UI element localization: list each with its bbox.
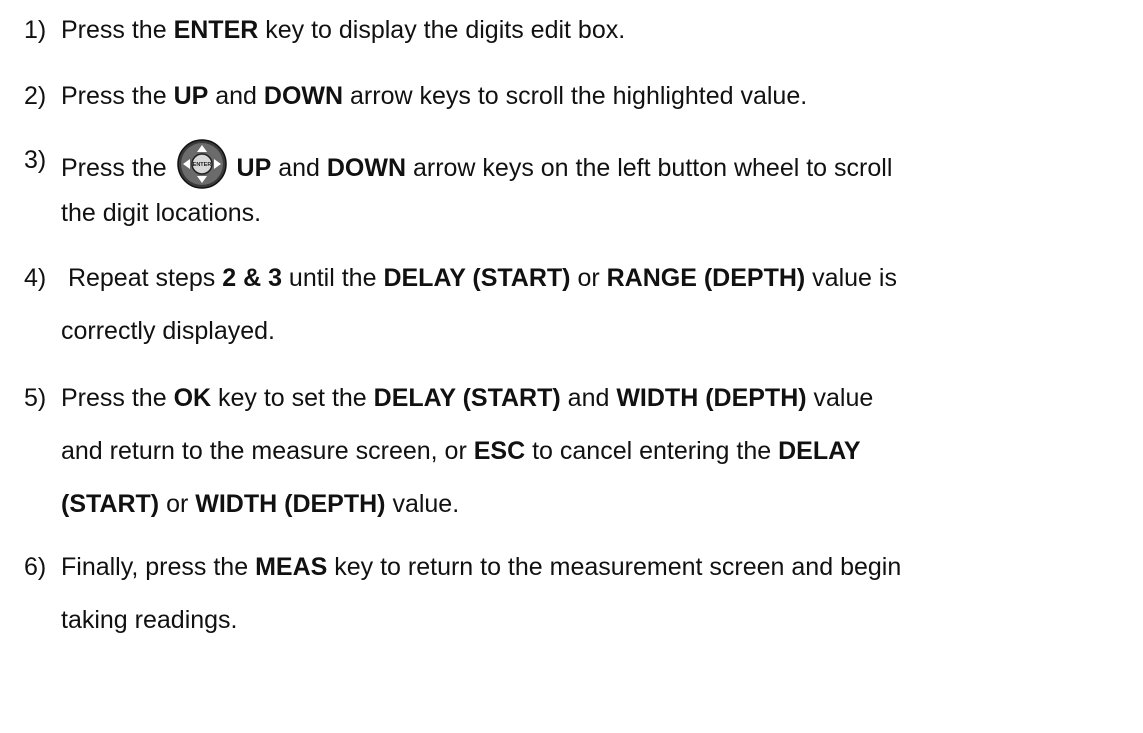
key-name-text: MEAS: [255, 553, 328, 581]
key-name-text: DELAY (START): [383, 264, 571, 292]
step-text: arrow keys to scroll the highlighted val…: [343, 82, 808, 110]
step-text: arrow keys on the left button wheel to s…: [406, 154, 893, 182]
step-item: 2) Press the UP and DOWN arrow keys to sc…: [24, 74, 1139, 127]
step-text-line: Press the ENTER key to display the digit…: [61, 8, 625, 52]
key-name-text: OK: [173, 384, 212, 412]
step-text: or: [159, 490, 196, 518]
step-text-line: Press the ENTER UP and DOWN arrow keys o…: [61, 138, 892, 190]
key-name-text: ESC: [473, 437, 526, 465]
step-text: until the: [281, 264, 384, 292]
step-text-line: Finally, press the MEAS key to return to…: [61, 545, 901, 589]
key-name-text: DOWN: [326, 154, 407, 182]
step-number: 4): [24, 264, 47, 292]
key-name-text: WIDTH (DEPTH): [616, 384, 807, 412]
step-text: Finally, press the: [61, 553, 256, 581]
key-name-text: DOWN: [263, 82, 344, 110]
step-text: Press the: [61, 16, 174, 44]
step-text: and: [560, 384, 617, 412]
step-text-line: Repeat steps 2 & 3 until the DELAY (STAR…: [61, 256, 897, 300]
step-text-line: taking readings.: [61, 598, 238, 642]
key-name-text: 2 & 3: [222, 264, 282, 292]
key-name-text: RANGE (DEPTH): [606, 264, 806, 292]
step-number: 2): [24, 82, 47, 110]
step-text: Repeat steps: [61, 264, 223, 292]
step-text: or: [570, 264, 607, 292]
button-wheel-icon: ENTER: [176, 138, 228, 190]
step-text: Press the: [61, 384, 174, 412]
step-text-line: (START) or WIDTH (DEPTH) value.: [61, 482, 459, 526]
step-text: key to display the digits edit box.: [258, 16, 626, 44]
key-name-text: WIDTH (DEPTH): [195, 490, 386, 518]
step-text: Press the: [61, 82, 174, 110]
step-text: taking readings.: [61, 606, 238, 634]
step-text: value: [806, 384, 874, 412]
step-text-line: Press the UP and DOWN arrow keys to scro…: [61, 74, 807, 118]
step-text: and: [208, 82, 264, 110]
step-text: value.: [385, 490, 460, 518]
step-item: 3) Press the ENTER UP and DOWN arrow keys…: [24, 138, 1139, 244]
step-text: value is: [805, 264, 897, 292]
step-text: key to return to the measurement screen …: [327, 553, 902, 581]
step-item: 4) Repeat steps 2 & 3 until the DELAY (S…: [24, 256, 1139, 362]
step-text: the digit locations.: [61, 199, 262, 227]
key-name-text: DELAY (START): [373, 384, 561, 412]
step-number: 3): [24, 146, 47, 174]
step-number: 5): [24, 384, 47, 412]
step-item: 6) Finally, press the MEAS key to return …: [24, 545, 1139, 651]
step-text-line: and return to the measure screen, or ESC…: [61, 429, 861, 473]
step-text-line: correctly displayed.: [61, 309, 275, 353]
key-name-text: DELAY: [778, 437, 861, 465]
step-text: to cancel entering the: [525, 437, 779, 465]
key-name-text: UP: [229, 154, 272, 182]
step-text: and: [271, 154, 327, 182]
instruction-list: 1) Press the ENTER key to display the dig…: [0, 0, 1143, 733]
step-text: Press the: [61, 154, 174, 182]
step-text: correctly displayed.: [61, 317, 275, 345]
step-text-line: Press the OK key to set the DELAY (START…: [61, 376, 873, 420]
wheel-center-label: ENTER: [192, 162, 211, 168]
step-item: 1) Press the ENTER key to display the dig…: [24, 8, 1139, 61]
step-number: 6): [24, 553, 47, 581]
step-item: 5) Press the OK key to set the DELAY (STA…: [24, 376, 1139, 535]
step-number: 1): [24, 16, 47, 44]
step-text: key to set the: [211, 384, 374, 412]
step-text-line: the digit locations.: [61, 191, 261, 235]
key-name-text: (START): [61, 490, 160, 518]
key-name-text: UP: [173, 82, 209, 110]
step-text: and return to the measure screen, or: [61, 437, 474, 465]
key-name-text: ENTER: [173, 16, 259, 44]
